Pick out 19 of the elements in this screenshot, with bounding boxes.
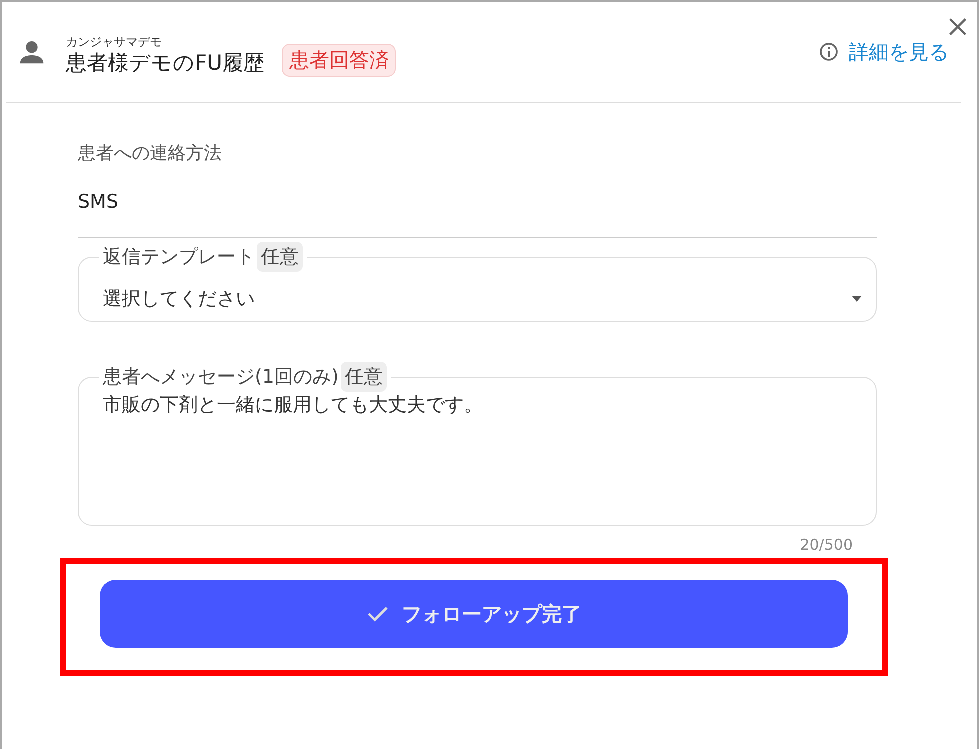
contact-method-value: SMS [78, 191, 120, 213]
optional-chip: 任意 [257, 242, 303, 272]
status-badge: 患者回答済 [282, 44, 396, 76]
details-link[interactable]: 詳細を見る [849, 38, 949, 66]
optional-chip: 任意 [340, 362, 387, 392]
character-counter: 20/500 [800, 536, 853, 554]
patient-name-reading: カンジャサマデモ [66, 35, 163, 49]
field-label: 返信テンプレート [103, 245, 255, 270]
history-title: 患者様デモのFU履歴 [66, 50, 264, 77]
select-placeholder: 選択してください [103, 287, 255, 312]
complete-button[interactable]: フォローアップ完了 [100, 580, 848, 648]
close-icon[interactable] [947, 16, 969, 38]
caret-icon [852, 296, 862, 302]
info-icon [819, 42, 839, 62]
field-label: 患者へメッセージ(1回のみ) [103, 365, 339, 390]
message-text: 市販の下剤と一緒に服用しても大丈夫です。 [103, 393, 484, 418]
contact-method-label: 患者への連絡方法 [78, 142, 223, 165]
message-field[interactable]: 患者へメッセージ(1回のみ) 任意 市販の下剤と一緒に服用しても大丈夫です。 [78, 362, 877, 526]
template-select[interactable]: 返信テンプレート 任意 選択してください [78, 242, 877, 322]
